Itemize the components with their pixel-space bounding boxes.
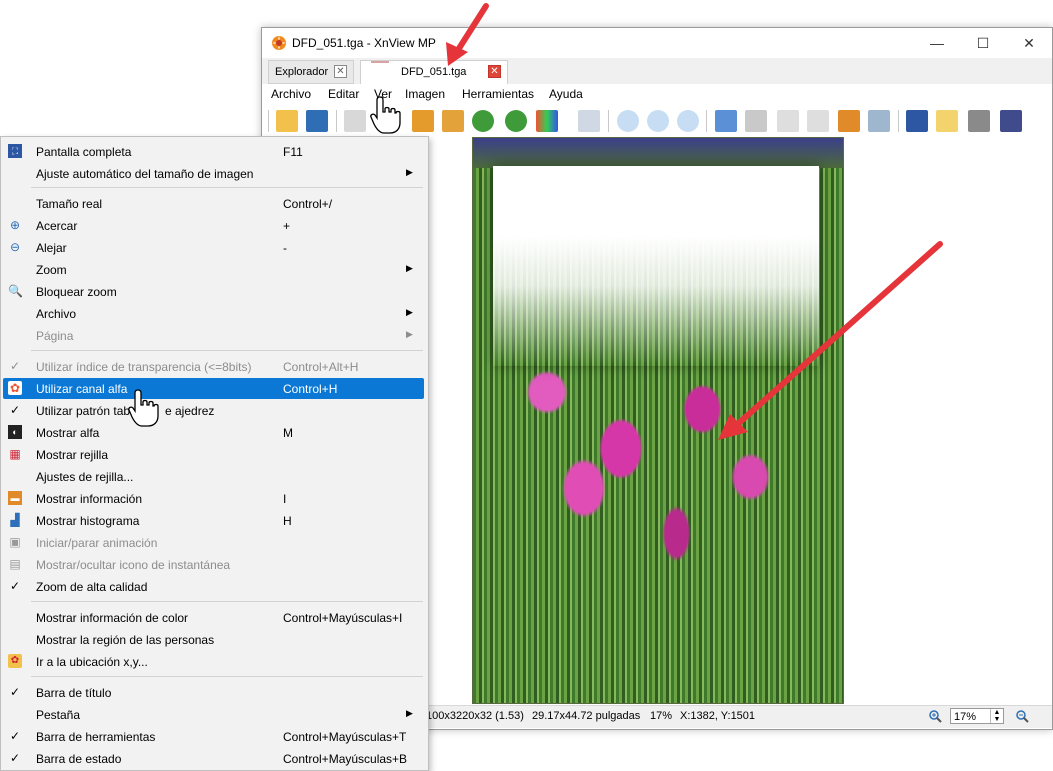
annotation-layer [446,3,943,440]
annotation-arrow-photo [718,241,943,440]
annotation-arrow-tab [446,3,489,66]
hand-cursor-icon [128,389,159,427]
hand-cursor-icon [370,96,401,134]
